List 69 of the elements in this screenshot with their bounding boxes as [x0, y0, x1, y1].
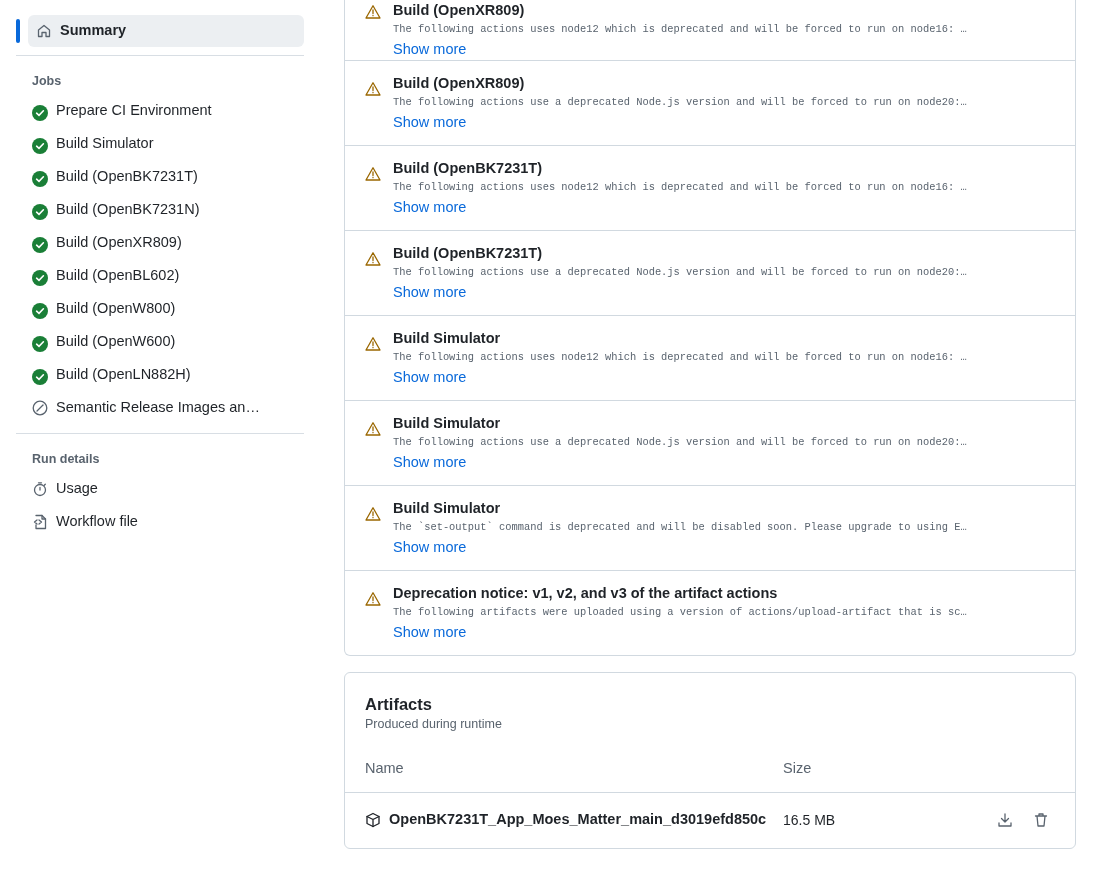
annotation-title: Build (OpenBK7231T) — [393, 159, 544, 178]
job-nav-item[interactable]: Build (OpenXR809) — [16, 226, 304, 260]
annotation-title: Build Simulator — [393, 499, 502, 518]
column-header: Size — [783, 758, 812, 778]
job-nav-item[interactable]: Build (OpenLN882H) — [16, 358, 304, 392]
annotation-message: The following artifacts were uploaded using a version of actions/upload-artifact that is sc… — [393, 605, 967, 620]
annotation-message: The following actions use a deprecated Node.js version and will be forced to run on node20:… — [393, 95, 967, 110]
warning-icon — [365, 4, 381, 20]
annotation-message: The following actions uses node12 which is deprecated and will be forced to run on node16: … — [393, 350, 967, 365]
column-header: Name — [365, 758, 405, 778]
package-icon — [365, 812, 381, 828]
annotation-message: The following actions uses node12 which is deprecated and will be forced to run on node16: … — [393, 180, 967, 195]
job-nav-item[interactable]: Prepare CI Environment — [16, 94, 304, 128]
section-heading: Jobs — [31, 73, 63, 90]
artifact-size: 16.5 MB — [783, 810, 837, 830]
job-nav-item[interactable]: Build (OpenW800) — [16, 292, 304, 326]
job-nav-item[interactable]: Build Simulator — [16, 127, 304, 161]
show-more-link[interactable]: Show more — [393, 196, 467, 218]
annotation-title: Build (OpenBK7231T) — [393, 244, 544, 263]
skipped-icon — [32, 400, 48, 417]
show-more-link[interactable]: Show more — [393, 451, 467, 473]
check-circle-icon — [32, 237, 48, 254]
warning-icon — [365, 591, 381, 607]
show-more-link[interactable]: Show more — [393, 38, 467, 60]
job-nav-item[interactable]: Build (OpenW600) — [16, 325, 304, 359]
warning-icon — [365, 166, 381, 182]
annotation-title: Build (OpenXR809) — [393, 74, 526, 93]
show-more-link[interactable]: Show more — [393, 536, 467, 558]
download-icon — [997, 812, 1013, 828]
annotation-message: The following actions uses node12 which is deprecated and will be forced to run on node16: … — [393, 22, 967, 37]
show-more-link[interactable]: Show more — [393, 111, 467, 133]
annotation-title: Deprecation notice: v1, v2, and v3 of the artifact actions — [393, 584, 779, 603]
check-circle-icon — [32, 336, 48, 353]
annotation-message: The `set-output` command is deprecated and will be disabled soon. Please upgrade to using E… — [393, 520, 967, 535]
check-circle-icon — [32, 204, 48, 221]
home-icon — [36, 23, 52, 39]
annotation-title: Build Simulator — [393, 329, 502, 348]
job-nav-item[interactable]: Build (OpenBK7231T) — [16, 160, 304, 194]
workflow-file-icon — [32, 514, 48, 530]
trash-icon — [1033, 812, 1049, 828]
warning-icon — [365, 421, 381, 437]
show-more-link[interactable]: Show more — [393, 281, 467, 303]
check-circle-icon — [32, 171, 48, 188]
annotation-message: The following actions use a deprecated Node.js version and will be forced to run on node20:… — [393, 265, 967, 280]
annotation-title: Build (OpenXR809) — [393, 1, 526, 20]
check-circle-icon — [32, 138, 48, 155]
check-circle-icon — [32, 270, 48, 287]
warning-icon — [365, 336, 381, 352]
artifact-name: OpenBK7231T_App_Moes_Matter_main_d3019efd850c — [389, 810, 767, 830]
section-heading: Run details — [31, 450, 101, 468]
run-detail-nav-item[interactable]: Workflow file — [16, 505, 304, 539]
check-circle-icon — [32, 369, 48, 386]
job-nav-item[interactable]: Semantic Release Images an… — [16, 391, 304, 425]
run-detail-nav-item[interactable]: Usage — [16, 472, 304, 506]
warning-icon — [365, 81, 381, 97]
job-nav-item[interactable]: Build (OpenBK7231N) — [16, 193, 304, 227]
annotation-message: The following actions use a deprecated Node.js version and will be forced to run on node20:… — [393, 435, 967, 450]
job-nav-item[interactable]: Build (OpenBL602) — [16, 259, 304, 293]
show-more-link[interactable]: Show more — [393, 621, 467, 643]
stopwatch-icon — [32, 481, 48, 497]
check-circle-icon — [32, 105, 48, 122]
warning-icon — [365, 251, 381, 267]
warning-icon — [365, 506, 381, 522]
artifacts-title: Artifacts — [365, 694, 433, 715]
show-more-link[interactable]: Show more — [393, 366, 467, 388]
artifacts-subtitle: Produced during runtime — [365, 716, 503, 733]
summary-nav-item[interactable]: Summary — [28, 15, 304, 47]
check-circle-icon — [32, 303, 48, 320]
annotation-title: Build Simulator — [393, 414, 502, 433]
